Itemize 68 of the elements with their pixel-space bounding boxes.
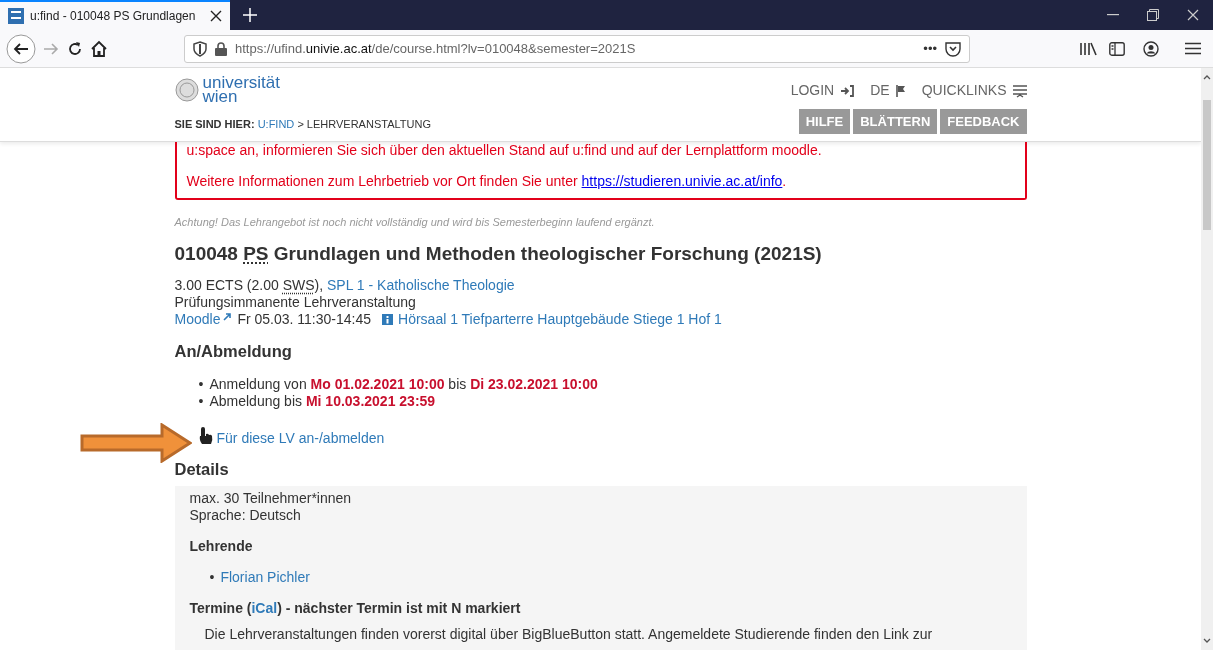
moodle-link[interactable]: Moodle (174, 311, 221, 329)
login-icon (840, 84, 855, 97)
quicklinks-icon (1012, 83, 1027, 98)
course-title: 010048 PS Grundlagen und Methoden theologischer Forschung (2021S) (174, 242, 823, 266)
ical-link[interactable]: iCal (251, 599, 278, 616)
section-heading: An/Abmeldung (174, 342, 293, 363)
notice-text: u:space an, informieren Sie sich über den aktuellen Stand auf u:find und auf der Lernplattform moodle. (186, 142, 823, 159)
subsection-heading: Termine (iCal) - nächster Termin ist mit N markiert (189, 599, 522, 617)
program-link[interactable]: SPL 1 - Katholische Theologie (327, 277, 515, 294)
tab-title: u:find - 010048 PS Grundlagen (30, 8, 197, 25)
flag-icon (895, 84, 906, 97)
library-icon[interactable] (1079, 40, 1097, 57)
registration-period: Abmeldung bis Mi 10.03.2021 23:59 (209, 393, 436, 411)
scroll-down-icon[interactable] (1203, 638, 1211, 644)
home-icon[interactable] (90, 39, 108, 58)
notice-text: Weitere Informationen zum Lehrbetrieb vor Ort finden Sie unter (186, 173, 579, 189)
info-icon (382, 314, 394, 326)
breadcrumb-label: SIE SIND HIER: (174, 118, 255, 131)
pointing-hand-icon (198, 426, 213, 447)
teacher-link[interactable]: Florian Pichler (220, 568, 310, 586)
bullet: • (209, 568, 215, 586)
detail-text: Sprache: Deutsch (189, 506, 302, 524)
url-text: https://ufind.univie.ac.at/de/course.html?lv=010048&semester=2021S (235, 39, 637, 58)
header-button[interactable]: FEEDBACK (940, 108, 1027, 134)
restore-icon[interactable] (1147, 9, 1159, 21)
notice-punctuation: . (782, 173, 787, 189)
section-heading: Details (174, 460, 230, 480)
credits-punctuation: ), (314, 277, 325, 294)
favicon-icon (8, 8, 24, 24)
warning-text: Achtung! Das Lehrangebot ist noch nicht vollständig und wird bis Semesterbeginn laufend ergänzt. (174, 215, 656, 230)
session-time: Fr 05.03. 11:30-14:45 (237, 311, 372, 329)
hours-abbreviation: SWS (282, 277, 315, 294)
bullet: • (198, 393, 204, 411)
detail-text: max. 30 Teilnehmer*innen (189, 489, 353, 507)
credits-text: 3.00 ECTS (2.00 (174, 277, 280, 294)
dates-text: Die Lehrveranstaltungen finden vorerst digital über BigBlueButton statt. Angemeldete Studierende finden den Link zur (203, 626, 934, 644)
scrollbar-thumb[interactable] (1203, 100, 1211, 230)
nav-link[interactable]: DE (870, 80, 906, 101)
minimize-icon[interactable] (1107, 14, 1119, 16)
sidebar-icon[interactable] (1109, 41, 1125, 56)
room-link[interactable]: Hörsaal 1 Tiefparterre Hauptgebäude Stiege 1 Hof 1 (398, 311, 722, 329)
header-button[interactable]: HILFE (798, 108, 851, 134)
shield-icon (193, 40, 207, 57)
nav-link[interactable]: QUICKLINKS (921, 80, 1027, 101)
close-icon[interactable] (210, 10, 222, 22)
registration-period: Anmeldung von Mo 01.02.2021 10:00 bis Di 23.02.2021 10:00 (209, 376, 598, 394)
account-icon[interactable] (1143, 40, 1159, 57)
address-bar[interactable]: https://ufind.univie.ac.at/de/course.html?lv=010048&semester=2021S ••• (184, 34, 970, 63)
nav-link[interactable]: LOGIN (790, 80, 855, 101)
university-logo[interactable]: universität wien (174, 76, 280, 105)
new-tab-icon[interactable] (243, 8, 257, 22)
breadcrumb-link[interactable]: U:FIND (257, 118, 295, 131)
external-link-icon (223, 312, 232, 321)
register-link[interactable]: Für diese LV an-/abmelden (216, 430, 385, 447)
back-icon[interactable] (6, 33, 36, 64)
bullet: • (198, 376, 204, 394)
scroll-up-icon[interactable] (1203, 74, 1211, 80)
browser-tab[interactable]: u:find - 010048 PS Grundlagen (0, 0, 230, 30)
page-actions-button[interactable]: ••• (923, 38, 937, 59)
menu-icon[interactable] (1185, 42, 1201, 55)
subsection-heading: Lehrende (189, 537, 254, 555)
breadcrumb-current: > LEHRVERANSTALTUNG (297, 118, 431, 131)
lock-icon (215, 41, 227, 56)
reload-icon[interactable] (66, 39, 84, 58)
assessment-text: Prüfungsimmanente Lehrveranstaltung (174, 294, 417, 312)
scrollbar[interactable] (1201, 68, 1213, 650)
pocket-icon[interactable] (945, 40, 961, 57)
header-button[interactable]: BLÄTTERN (853, 108, 938, 134)
